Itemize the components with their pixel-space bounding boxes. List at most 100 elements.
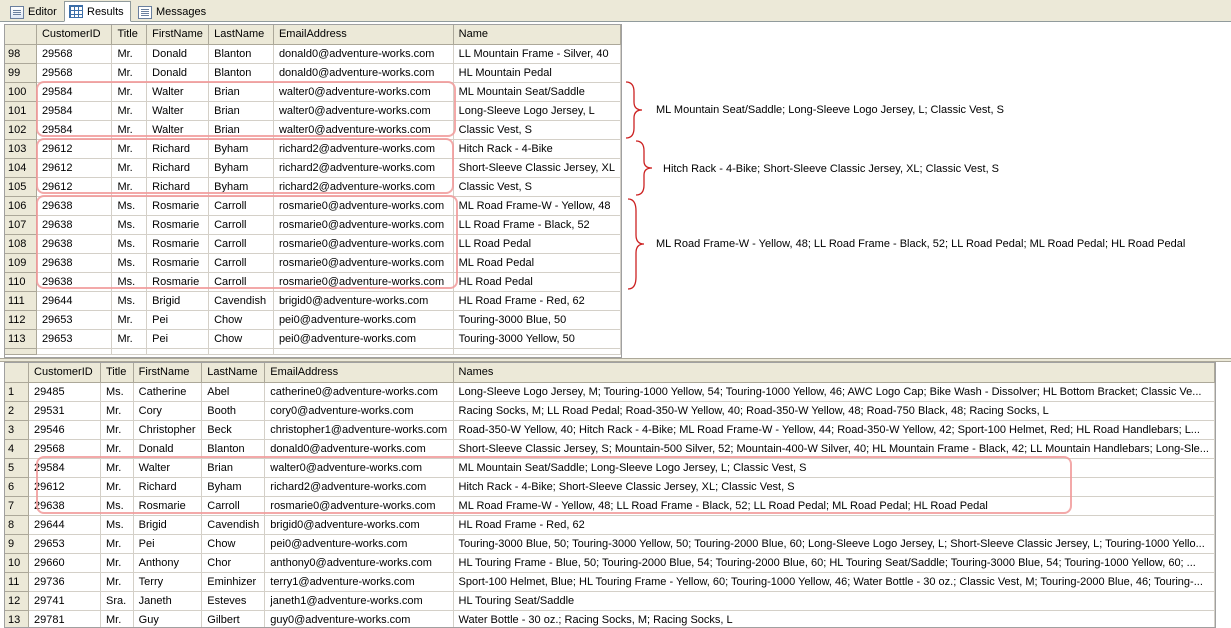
table-cell[interactable]: Richard: [146, 177, 210, 197]
table-cell[interactable]: ML Road Frame-W - Yellow, 48; LL Road Fr…: [453, 496, 1215, 516]
table-cell[interactable]: anthony0@adventure-works.com: [264, 553, 454, 573]
table-cell[interactable]: Brian: [208, 101, 274, 121]
table-cell[interactable]: Touring-3000 Blue, 50: [453, 310, 621, 330]
table-cell[interactable]: Racing Socks, M; LL Road Pedal; Road-350…: [453, 401, 1215, 421]
table-cell[interactable]: 29653: [28, 534, 101, 554]
table-cell[interactable]: 29644: [28, 515, 101, 535]
table-cell[interactable]: 29584: [28, 458, 101, 478]
row-number[interactable]: 110: [5, 272, 37, 292]
row-number[interactable]: 113: [5, 329, 37, 349]
table-cell[interactable]: Terry: [133, 572, 203, 592]
table-row[interactable]: 12 29741 Sra. Janeth Esteves janeth1@adventur…: [5, 591, 1215, 611]
table-cell[interactable]: Mr.: [111, 158, 148, 178]
table-cell[interactable]: Long-Sleeve Logo Jersey, L: [453, 101, 621, 121]
table-cell[interactable]: Carroll: [208, 196, 274, 216]
table-cell[interactable]: rosmarie0@adventure-works.com: [273, 272, 454, 292]
table-cell[interactable]: Chor: [201, 553, 266, 573]
table-cell[interactable]: Mr.: [111, 177, 148, 197]
table-cell[interactable]: Mr.: [111, 139, 148, 159]
table-cell[interactable]: 29531: [28, 401, 101, 421]
row-number[interactable]: 112: [5, 310, 37, 330]
table-cell[interactable]: Ms.: [111, 253, 148, 273]
row-number[interactable]: 3: [5, 420, 30, 440]
table-cell[interactable]: Donald: [133, 439, 203, 459]
table-cell[interactable]: Byham: [201, 477, 266, 497]
table-cell[interactable]: 29612: [36, 158, 113, 178]
table-cell[interactable]: 29568: [36, 44, 113, 64]
table-cell[interactable]: Brian: [208, 120, 274, 140]
table-cell[interactable]: Anthony: [133, 553, 203, 573]
table-cell[interactable]: Mr.: [100, 572, 134, 592]
table-cell[interactable]: Chow: [208, 310, 274, 330]
table-cell[interactable]: Blanton: [208, 44, 274, 64]
table-cell[interactable]: LL Road Frame - Black, 52: [453, 215, 621, 235]
table-cell[interactable]: Carroll: [208, 234, 274, 254]
table-row[interactable]: 108 29638 Ms. Rosmarie Carroll rosmarie0@adve…: [5, 234, 621, 254]
table-cell[interactable]: Mr.: [100, 458, 134, 478]
table-row[interactable]: 3 29546 Mr. Christopher Beck christopher1@adv…: [5, 420, 1215, 440]
table-cell[interactable]: Blanton: [208, 63, 274, 83]
table-cell[interactable]: Sra.: [100, 591, 134, 611]
column-header[interactable]: EmailAddress: [273, 25, 454, 45]
table-cell[interactable]: Mr.: [111, 63, 148, 83]
row-number[interactable]: 109: [5, 253, 37, 273]
table-cell[interactable]: Ms.: [111, 234, 148, 254]
table-cell[interactable]: 29741: [28, 591, 101, 611]
table-cell[interactable]: Walter: [146, 82, 210, 102]
table-cell[interactable]: richard2@adventure-works.com: [264, 477, 454, 497]
row-number[interactable]: 107: [5, 215, 37, 235]
table-cell[interactable]: Eminhizer: [201, 572, 266, 592]
table-row[interactable]: 2 29531 Mr. Cory Booth cory0@adventure-works.…: [5, 401, 1215, 421]
table-cell[interactable]: Rosmarie: [133, 496, 203, 516]
table-row[interactable]: 107 29638 Ms. Rosmarie Carroll rosmarie0@adve…: [5, 215, 621, 235]
table-cell[interactable]: Byham: [208, 158, 274, 178]
table-cell[interactable]: richard2@adventure-works.com: [273, 177, 454, 197]
row-number[interactable]: 5: [5, 458, 30, 478]
table-cell[interactable]: Hitch Rack - 4-Bike: [453, 139, 621, 159]
row-number[interactable]: 102: [5, 120, 37, 140]
table-cell[interactable]: Short-Sleeve Classic Jersey, S; Mountain…: [453, 439, 1215, 459]
table-row[interactable]: 105 29612 Mr. Richard Byham richard2@adventur…: [5, 177, 621, 197]
table-cell[interactable]: janeth1@adventure-works.com: [264, 591, 454, 611]
table-row[interactable]: 99 29568 Mr. Donald Blanton donald0@adventure…: [5, 63, 621, 83]
column-header[interactable]: CustomerID: [28, 363, 101, 383]
table-row[interactable]: 110 29638 Ms. Rosmarie Carroll rosmarie0@adve…: [5, 272, 621, 292]
table-cell[interactable]: 29653: [36, 310, 113, 330]
table-cell[interactable]: walter0@adventure-works.com: [273, 120, 454, 140]
table-cell[interactable]: donald0@adventure-works.com: [273, 44, 454, 64]
table-cell[interactable]: guy0@adventure-works.com: [264, 610, 454, 627]
row-number[interactable]: 4: [5, 439, 30, 459]
table-cell[interactable]: Mr.: [111, 120, 148, 140]
table-cell[interactable]: Touring-3000 Blue, 50; Touring-3000 Yell…: [453, 534, 1215, 554]
table-cell[interactable]: ML Mountain Seat/Saddle; Long-Sleeve Log…: [453, 458, 1215, 478]
table-cell[interactable]: Richard: [133, 477, 203, 497]
table-cell[interactable]: Carroll: [208, 215, 274, 235]
table-row[interactable]: 101 29584 Mr. Walter Brian walter0@adventure-…: [5, 101, 621, 121]
table-cell[interactable]: rosmarie0@adventure-works.com: [264, 496, 454, 516]
table-cell[interactable]: 29638: [36, 196, 113, 216]
bottom-results-grid[interactable]: CustomerID Title FirstName LastName EmailAdd…: [4, 362, 1216, 628]
column-header[interactable]: Name: [453, 25, 621, 45]
column-header[interactable]: FirstName: [133, 363, 203, 383]
table-cell[interactable]: 29612: [28, 477, 101, 497]
table-cell[interactable]: Pei: [133, 534, 203, 554]
table-cell[interactable]: Rosmarie: [146, 215, 210, 235]
table-cell[interactable]: ML Road Pedal: [453, 253, 621, 273]
table-row[interactable]: 106 29638 Ms. Rosmarie Carroll rosmarie0@adve…: [5, 196, 621, 216]
row-number[interactable]: 101: [5, 101, 37, 121]
row-number[interactable]: 7: [5, 496, 30, 516]
table-cell[interactable]: Mr.: [111, 329, 148, 349]
table-cell[interactable]: cory0@adventure-works.com: [264, 401, 454, 421]
table-cell[interactable]: Byham: [208, 139, 274, 159]
table-cell[interactable]: Brian: [208, 82, 274, 102]
table-cell[interactable]: Long-Sleeve Logo Jersey, M; Touring-1000…: [453, 382, 1215, 402]
table-cell[interactable]: walter0@adventure-works.com: [273, 101, 454, 121]
column-header[interactable]: EmailAddress: [264, 363, 454, 383]
table-cell[interactable]: HL Road Pedal: [453, 272, 621, 292]
row-number[interactable]: 10: [5, 553, 30, 573]
table-cell[interactable]: donald0@adventure-works.com: [273, 63, 454, 83]
table-cell[interactable]: pei0@adventure-works.com: [273, 329, 454, 349]
table-cell[interactable]: 29612: [36, 177, 113, 197]
table-cell[interactable]: Carroll: [208, 272, 274, 292]
table-cell[interactable]: Classic Vest, S: [453, 177, 621, 197]
